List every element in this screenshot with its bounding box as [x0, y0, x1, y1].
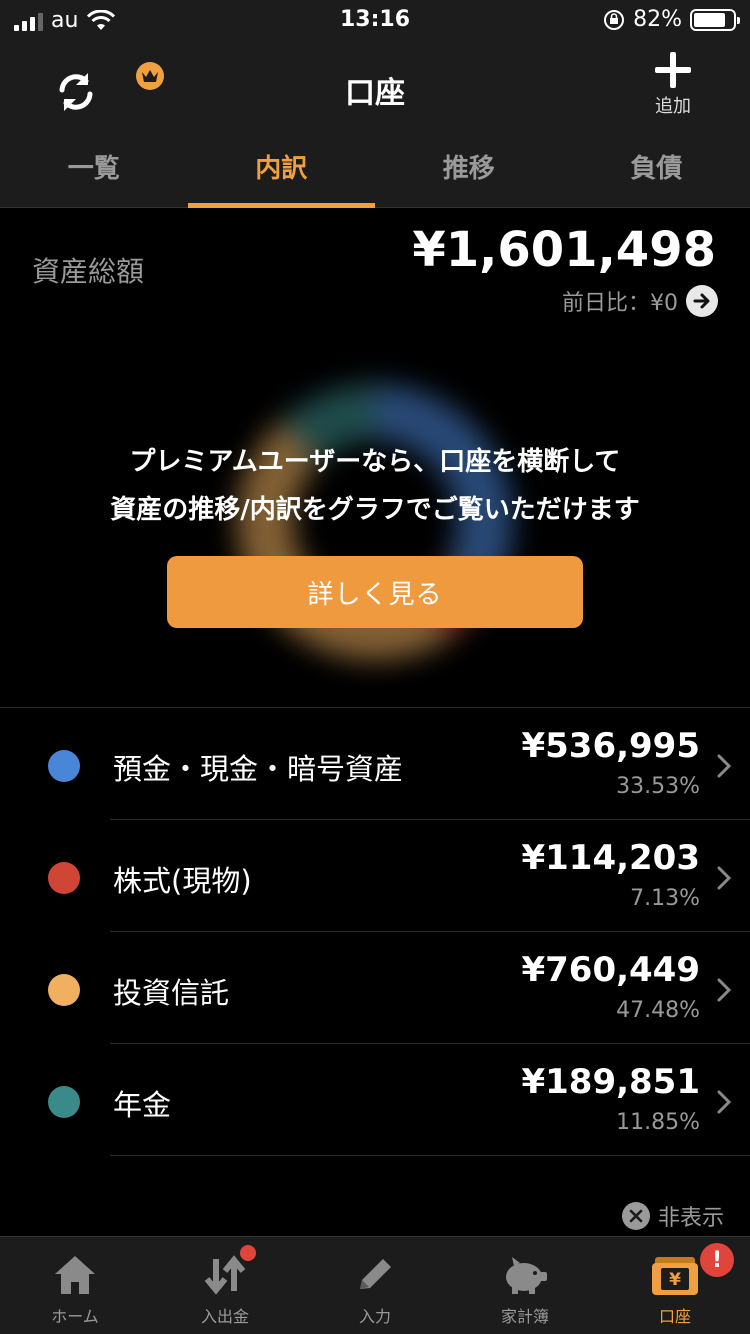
- transfer-icon: [204, 1255, 246, 1295]
- nav-label: 口座: [658, 1307, 691, 1326]
- battery-percent: 82%: [633, 7, 682, 32]
- hide-label: 非表示: [657, 1206, 724, 1231]
- nav-input[interactable]: 入力: [300, 1237, 450, 1334]
- status-bar: au 13:16 82%: [0, 0, 750, 40]
- bottom-navigation: ホーム 入出金 入力 家計簿 ¥ ! 口座: [0, 1236, 750, 1334]
- asset-percent: 7.13%: [630, 886, 700, 911]
- tab-trend[interactable]: 推移: [375, 138, 563, 207]
- promo-line-2: 資産の推移/内訳をグラフでご覧いただけます: [110, 495, 640, 525]
- home-icon: [55, 1256, 95, 1294]
- asset-list: 預金・現金・暗号資産 ¥536,995 33.53% 株式(現物) ¥114,2…: [0, 707, 750, 1156]
- tab-liabilities[interactable]: 負債: [563, 138, 750, 207]
- piggy-bank-icon: [506, 1257, 547, 1294]
- add-account-button[interactable]: 追加: [648, 50, 698, 118]
- total-assets-label: 資産総額: [32, 255, 145, 288]
- svg-text:¥: ¥: [669, 1270, 681, 1290]
- app-header: 口座 追加: [0, 40, 750, 138]
- nav-home[interactable]: ホーム: [0, 1237, 150, 1334]
- nav-transfers[interactable]: 入出金: [150, 1237, 300, 1334]
- day-over-day-text: 前日比：¥0: [562, 291, 678, 316]
- page-title: 口座: [345, 76, 405, 111]
- nav-label: 入出金: [200, 1307, 249, 1326]
- asset-amount: ¥189,851: [521, 1062, 700, 1102]
- legend-dot: [48, 1086, 80, 1118]
- tab-breakdown[interactable]: 内訳: [187, 138, 376, 208]
- asset-label: 株式(現物): [113, 864, 252, 898]
- legend-dot: [48, 862, 80, 894]
- wallet-yen-icon: ¥: [652, 1257, 698, 1295]
- day-over-day-link[interactable]: 前日比：¥0: [562, 285, 718, 317]
- donut-slice: [281, 384, 376, 463]
- learn-more-button[interactable]: 詳しく見る: [167, 556, 583, 628]
- asset-label: 年金: [113, 1088, 172, 1122]
- chevron-right-icon: [717, 978, 732, 1002]
- chevron-right-icon: [717, 754, 732, 778]
- asset-amount: ¥536,995: [521, 726, 700, 766]
- close-icon: [621, 1202, 650, 1230]
- tab-list[interactable]: 一覧: [0, 138, 188, 207]
- orientation-lock-icon: [604, 9, 625, 30]
- asset-percent: 47.48%: [616, 998, 700, 1023]
- promo-line-1: プレミアムユーザーなら、口座を横断して: [129, 447, 621, 477]
- asset-row-stocks[interactable]: 株式(現物) ¥114,203 7.13%: [0, 820, 750, 932]
- hide-button[interactable]: 非表示: [621, 1200, 724, 1232]
- total-assets-amount: ¥1,601,498: [412, 222, 716, 278]
- battery-icon: [690, 8, 740, 31]
- asset-row-pension[interactable]: 年金 ¥189,851 11.85%: [0, 1044, 750, 1156]
- nav-label: ホーム: [51, 1307, 99, 1326]
- tab-bar: 一覧 内訳 推移 負債: [0, 138, 750, 208]
- asset-percent: 11.85%: [616, 1110, 700, 1135]
- legend-dot: [48, 974, 80, 1006]
- asset-amount: ¥760,449: [521, 950, 700, 990]
- asset-amount: ¥114,203: [521, 838, 700, 878]
- nav-label: 入力: [358, 1307, 391, 1326]
- alert-badge: !: [700, 1243, 734, 1277]
- nav-label: 家計簿: [500, 1307, 549, 1326]
- legend-dot: [48, 750, 80, 782]
- pencil-icon: [360, 1259, 391, 1289]
- chevron-right-icon: [717, 866, 732, 890]
- arrow-right-icon: [686, 285, 718, 317]
- asset-label: 預金・現金・暗号資産: [113, 752, 404, 786]
- nav-household-book[interactable]: 家計簿: [450, 1237, 600, 1334]
- nav-accounts[interactable]: ¥ ! 口座: [600, 1237, 750, 1334]
- asset-label: 投資信託: [113, 976, 230, 1010]
- asset-percent: 33.53%: [616, 774, 700, 799]
- add-label: 追加: [655, 96, 691, 117]
- asset-row-funds[interactable]: 投資信託 ¥760,449 47.48%: [0, 932, 750, 1044]
- asset-row-deposits[interactable]: 預金・現金・暗号資産 ¥536,995 33.53%: [0, 708, 750, 820]
- chevron-right-icon: [717, 1090, 732, 1114]
- plus-icon: [655, 52, 691, 88]
- notification-dot: [240, 1245, 256, 1261]
- premium-promo-text: プレミアムユーザーなら、口座を横断して 資産の推移/内訳をグラフでご覧いただけま…: [0, 438, 750, 534]
